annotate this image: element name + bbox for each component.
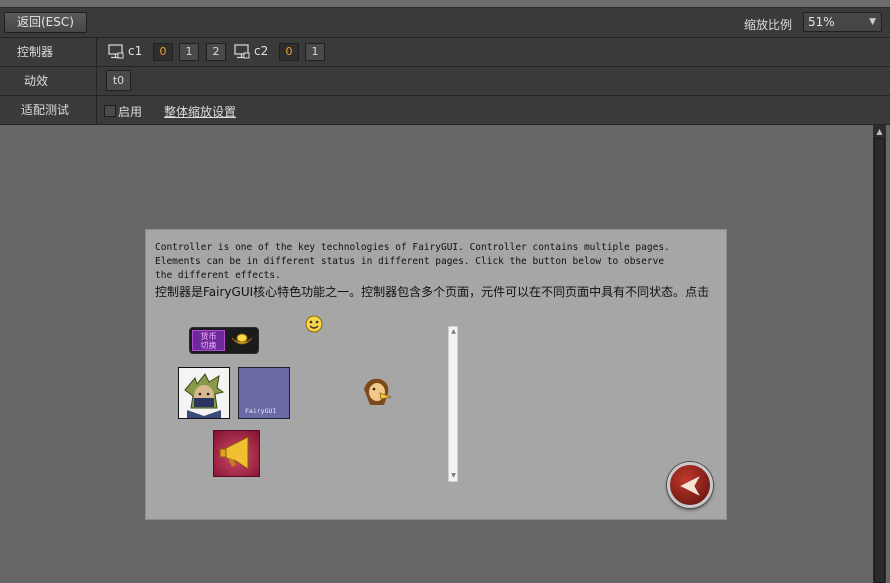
zoom-select[interactable]: 51% ▼ — [803, 12, 882, 32]
c1-page-1-button[interactable]: 1 — [179, 43, 199, 61]
list-scroll-up-icon[interactable]: ▲ — [450, 329, 457, 335]
c1-page-2-button[interactable]: 2 — [206, 43, 226, 61]
hero-portrait-icon — [184, 373, 225, 418]
controllers-row: 控制器 c1 0 1 2 c2 0 1 — [0, 38, 890, 67]
scroll-up-icon[interactable]: ▲ — [875, 127, 884, 136]
stage-description-zh: 控制器是FairyGUI核心特色功能之一。控制器包含多个页面，元件可以在不同页面… — [155, 285, 710, 299]
controller-icon — [234, 44, 250, 59]
scrollbar-thumb[interactable] — [874, 138, 885, 583]
scale-settings-link[interactable]: 整体缩放设置 — [164, 103, 236, 120]
window-top-strip — [0, 0, 890, 8]
hero-avatar[interactable] — [178, 367, 230, 419]
transitions-label: 动效 — [0, 67, 97, 95]
controller-name-c1: c1 — [128, 44, 143, 58]
list-scrollbar[interactable]: ▲ ▼ — [448, 326, 458, 482]
controller-icon — [108, 44, 124, 59]
c2-page-1-button[interactable]: 1 — [305, 43, 325, 61]
enable-label[interactable]: 启用 — [118, 103, 142, 120]
c1-page-0-button[interactable]: 0 — [153, 43, 173, 61]
preview-stage: Controller is one of the key technologie… — [145, 229, 727, 520]
controllers-label: 控制器 — [0, 38, 97, 66]
list-scroll-down-icon[interactable]: ▼ — [450, 473, 457, 479]
zoom-value: 51% — [808, 15, 835, 29]
chevron-down-icon: ▼ — [869, 17, 876, 27]
character-icon — [364, 378, 393, 405]
adapt-test-row: 适配测试 启用 整体缩放设置 — [0, 96, 890, 125]
speaker-tile[interactable] — [213, 430, 260, 477]
smiley-icon — [305, 315, 323, 333]
adapt-test-label: 适配测试 — [0, 96, 97, 124]
canvas-vertical-scrollbar[interactable]: ▲ — [873, 125, 886, 583]
c2-page-0-button[interactable]: 0 — [279, 43, 299, 61]
currency-tag: 货币 切换 — [192, 330, 225, 351]
zoom-label: 缩放比例 — [744, 18, 793, 32]
enable-checkbox[interactable] — [104, 105, 116, 117]
currency-switch-button[interactable]: 货币 切换 — [189, 327, 259, 354]
stage-description-en: Controller is one of the key technologie… — [155, 242, 670, 281]
toolbar: 返回(ESC) 缩放比例 51% ▼ — [0, 8, 890, 38]
megaphone-icon — [219, 436, 249, 470]
transition-t0-button[interactable]: t0 — [106, 70, 131, 91]
back-button[interactable]: 返回(ESC) — [4, 12, 87, 33]
controller-name-c2: c2 — [254, 44, 269, 58]
transitions-row: 动效 t0 — [0, 67, 890, 96]
back-arrow-button[interactable] — [667, 462, 713, 508]
arrow-left-icon — [680, 476, 700, 496]
fairygui-tile-label: FairyGUI — [245, 407, 277, 415]
fairygui-tile[interactable]: FairyGUI — [238, 367, 290, 419]
gold-ingot-icon — [231, 333, 253, 345]
